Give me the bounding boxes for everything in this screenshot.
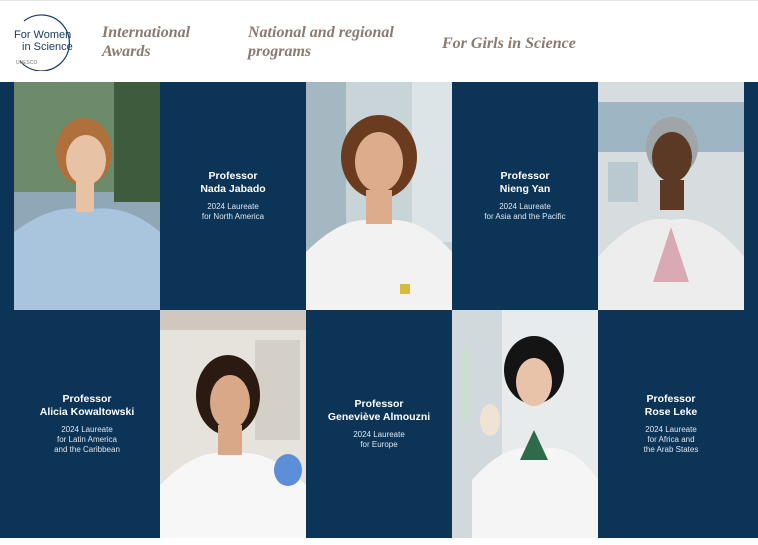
laureate-region: for North America	[201, 212, 265, 221]
page: For Women in Science UNESCO Internationa…	[0, 0, 758, 545]
laureate-year: 2024 Laureate	[645, 425, 697, 434]
top-navigation-bar: For Women in Science UNESCO Internationa…	[0, 0, 758, 83]
for-women-in-science-logo[interactable]: For Women in Science UNESCO	[10, 13, 78, 72]
laureate-photo[interactable]	[598, 82, 744, 310]
laureate-title: Professor	[62, 393, 112, 405]
logo-line-2: in Science	[22, 41, 73, 53]
laureate-card[interactable]: Professor Geneviève Almouzni 2024 Laurea…	[306, 310, 452, 538]
laureate-name: Alicia Kowaltowski	[39, 406, 135, 418]
laureates-grid: Professor Nada Jabado 2024 Laureate for …	[14, 82, 744, 538]
laureate-region: for Latin America and the Caribbean	[54, 435, 120, 454]
nav-international-awards[interactable]: International Awards	[102, 23, 190, 61]
laureate-title: Professor	[646, 393, 696, 405]
laureate-title: Professor	[354, 398, 404, 410]
laureate-photo[interactable]	[14, 82, 160, 310]
laureate-year: 2024 Laureate	[207, 202, 259, 211]
laureate-name: Nada Jabado	[200, 183, 266, 195]
laureate-region: for Europe	[360, 440, 398, 449]
laureate-region: for Asia and the Pacific	[484, 212, 566, 221]
nav-label: Awards	[102, 43, 151, 60]
laureate-year: 2024 Laureate	[353, 430, 405, 439]
laureate-photo[interactable]	[306, 82, 452, 310]
laureate-photo[interactable]	[452, 310, 598, 538]
laureate-title: Professor	[208, 170, 258, 182]
laureate-card[interactable]: Professor Rose Leke 2024 Laureate for Af…	[598, 310, 744, 538]
laureate-name: Rose Leke	[644, 406, 698, 418]
nav-label: National and regional	[248, 24, 394, 41]
laureate-name: Geneviève Almouzni	[327, 411, 431, 423]
laureate-title: Professor	[500, 170, 550, 182]
nav-label: programs	[248, 43, 312, 60]
nav-national-regional-programs[interactable]: National and regional programs	[248, 23, 394, 61]
nav-label: International	[102, 24, 191, 41]
right-border	[743, 82, 758, 538]
left-border	[0, 82, 14, 538]
laureate-photo[interactable]	[160, 310, 306, 538]
laureate-region: for Africa and the Arab States	[643, 435, 699, 454]
laureate-year: 2024 Laureate	[499, 202, 551, 211]
logo-line-1: For Women	[14, 29, 72, 41]
nav-for-girls-in-science[interactable]: For Girls in Science	[442, 34, 576, 53]
laureate-card[interactable]: Professor Nieng Yan 2024 Laureate for As…	[452, 82, 598, 310]
nav-label: For Girls in Science	[442, 35, 576, 52]
laureate-name: Nieng Yan	[499, 183, 551, 195]
laureate-year: 2024 Laureate	[61, 425, 113, 434]
laureate-card[interactable]: Professor Nada Jabado 2024 Laureate for …	[160, 82, 306, 310]
logo-brand: UNESCO	[16, 60, 38, 66]
laureate-card[interactable]: Professor Alicia Kowaltowski 2024 Laurea…	[14, 310, 160, 538]
